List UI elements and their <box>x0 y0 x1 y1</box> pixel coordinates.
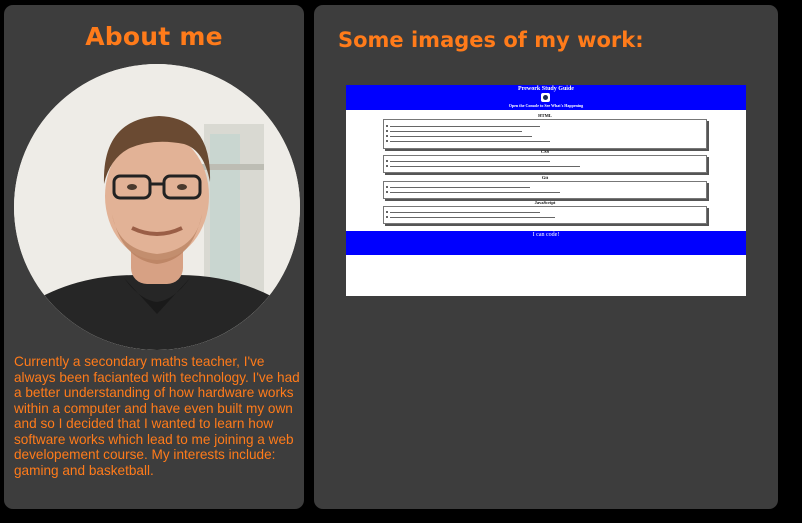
project-section-title: Git <box>541 175 549 180</box>
project-section-title: CSS <box>540 149 550 154</box>
project-footer-text: I can code! <box>532 232 560 238</box>
project-section-card: Git <box>383 175 707 199</box>
project-section-card: CSS <box>383 149 707 173</box>
project-section-title: HTML <box>538 113 552 118</box>
project-section-title: JavaScript <box>534 200 556 205</box>
logo-icon <box>541 93 550 102</box>
project-screenshot[interactable]: Prework Study Guide Open the Console to … <box>346 85 746 296</box>
project-subtitle: Open the Console to See What's Happening <box>508 103 584 108</box>
project-section-card: HTML <box>383 113 707 149</box>
project-header: Prework Study Guide Open the Console to … <box>346 85 746 110</box>
about-description: Currently a secondary maths teacher, I'v… <box>14 354 300 478</box>
project-footer: I can code! <box>346 231 746 255</box>
about-title: About me <box>85 22 223 51</box>
project-page-title: Prework Study Guide <box>518 86 574 92</box>
profile-photo <box>14 64 300 350</box>
project-section-card: JavaScript <box>383 200 707 224</box>
work-title: Some images of my work: <box>338 28 644 52</box>
